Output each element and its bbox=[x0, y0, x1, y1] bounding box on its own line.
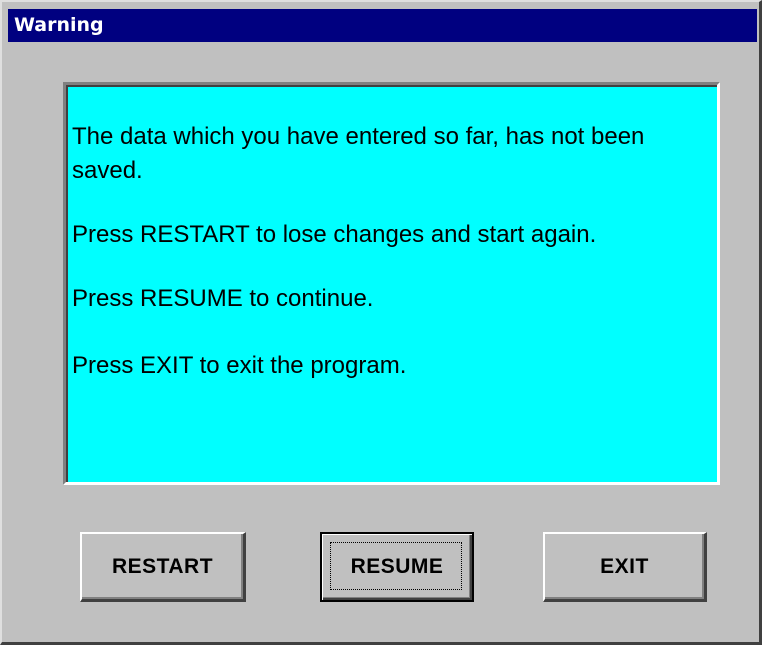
message-exit-hint: Press EXIT to exit the program. bbox=[72, 352, 407, 379]
title-bar[interactable]: Warning bbox=[8, 9, 757, 42]
exit-button-label: EXIT bbox=[600, 554, 649, 578]
message-panel: The data which you have entered so far, … bbox=[63, 82, 720, 485]
warning-dialog: Warning The data which you have entered … bbox=[0, 0, 762, 645]
message-not-saved: The data which you have entered so far, … bbox=[72, 123, 645, 184]
message-restart-hint: Press RESTART to lose changes and start … bbox=[72, 221, 597, 248]
window-title: Warning bbox=[14, 14, 104, 36]
exit-button[interactable]: EXIT bbox=[543, 532, 707, 602]
resume-button-label: RESUME bbox=[350, 555, 444, 578]
resume-button[interactable]: RESUME bbox=[320, 532, 474, 602]
message-resume-hint: Press RESUME to continue. bbox=[72, 285, 374, 312]
restart-button[interactable]: RESTART bbox=[80, 532, 246, 602]
restart-button-label: RESTART bbox=[111, 554, 214, 578]
